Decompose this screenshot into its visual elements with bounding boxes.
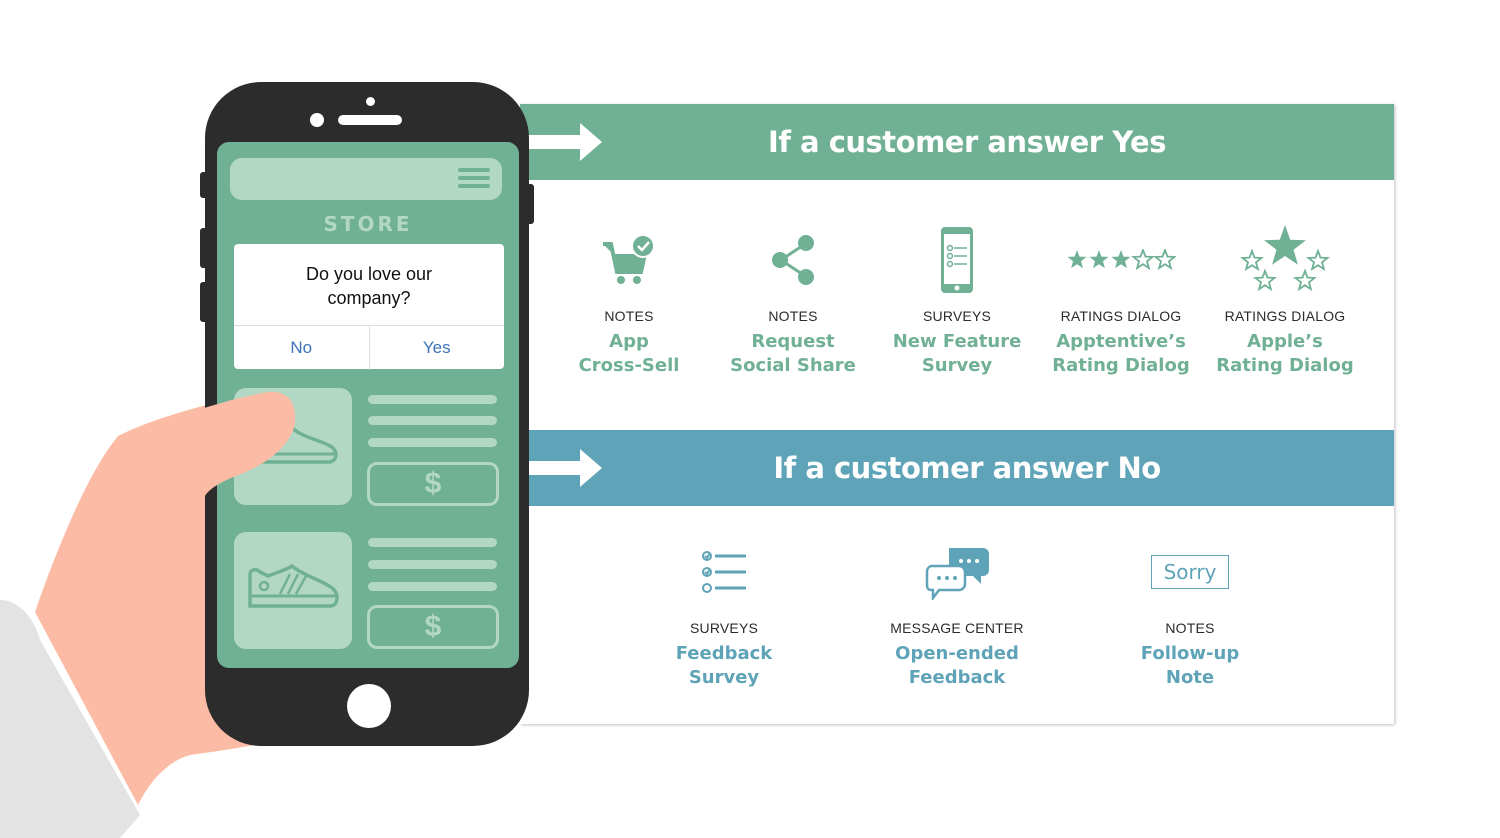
star-small: [1293, 268, 1317, 292]
item-open-ended-feedback: MESSAGE CENTER Open-ended Feedback: [841, 536, 1074, 690]
item-category: NOTES: [768, 308, 818, 324]
star-small: [1253, 268, 1277, 292]
star-empty: [1131, 249, 1155, 271]
no-button[interactable]: No: [234, 326, 369, 370]
share-icon: [771, 224, 815, 296]
checklist-icon: [701, 536, 747, 608]
no-title: If a customer answer No: [773, 451, 1161, 485]
item-name: Follow-up Note: [1140, 643, 1240, 688]
star-empty: [1153, 249, 1176, 271]
star-small: [1240, 248, 1264, 272]
phone-speaker: [338, 115, 402, 125]
price-button[interactable]: $: [367, 462, 499, 506]
phone-camera: [366, 97, 375, 106]
yes-title: If a customer answer Yes: [768, 125, 1166, 159]
star-cluster-icon: [1240, 224, 1330, 296]
arrow-right-icon: [520, 123, 602, 161]
dialog-actions: No Yes: [234, 325, 504, 370]
item-name: New Feature Survey: [892, 331, 1022, 376]
item-feedback-survey: SURVEYS Feedback Survey: [608, 536, 841, 690]
phone-survey-icon: [940, 224, 974, 296]
store-label: STORE: [323, 212, 413, 236]
sorry-note-box: Sorry: [1150, 555, 1230, 589]
product-text-line: [368, 438, 497, 447]
love-prompt-dialog: Do you love our company? No Yes: [234, 244, 504, 370]
item-category: RATINGS DIALOG: [1224, 308, 1346, 324]
item-category: RATINGS DIALOG: [1060, 308, 1182, 324]
item-new-feature-survey: SURVEYS New Feature Survey: [875, 224, 1039, 378]
no-items: SURVEYS Feedback Survey MESSAGE CENTER O…: [520, 536, 1394, 690]
item-follow-up-note: Sorry NOTES Follow-up Note: [1074, 536, 1307, 690]
phone-front-sensor: [310, 113, 324, 127]
product-text-line: [368, 582, 497, 591]
item-category: SURVEYS: [922, 308, 992, 324]
info-panel: If a customer answer Yes NOTES App Cross…: [520, 104, 1394, 724]
item-app-cross-sell: NOTES App Cross-Sell: [547, 224, 711, 378]
item-apptentive-rating-dialog: RATINGS DIALOG Apptentive’s Rating Dialo…: [1039, 224, 1203, 378]
hamburger-menu-icon[interactable]: [458, 168, 490, 192]
price-button[interactable]: $: [367, 605, 499, 649]
item-category: SURVEYS: [689, 620, 759, 636]
product-image[interactable]: [234, 388, 352, 505]
cart-check-icon: [601, 224, 657, 296]
phone: STORE Do you love our company? No Yes $ …: [205, 82, 529, 746]
item-name: Apptentive’s Rating Dialog: [1052, 331, 1190, 376]
phone-screen: STORE Do you love our company? No Yes $ …: [217, 142, 519, 668]
item-name: Request Social Share: [730, 331, 856, 376]
star-filled: [1111, 250, 1131, 269]
yes-items: NOTES App Cross-Sell NOTES Request Socia…: [520, 224, 1394, 378]
home-button[interactable]: [347, 684, 391, 728]
item-name: App Cross-Sell: [578, 331, 680, 376]
item-name: Apple’s Rating Dialog: [1216, 331, 1354, 376]
star-small: [1306, 248, 1330, 272]
store-header-bar: [230, 158, 502, 200]
item-apple-rating-dialog: RATINGS DIALOG Apple’s Rating Dialog: [1203, 224, 1367, 378]
item-category: NOTES: [604, 308, 654, 324]
product-text-line: [368, 538, 497, 547]
sorry-note-icon: Sorry: [1150, 536, 1230, 608]
yes-button[interactable]: Yes: [368, 326, 505, 370]
item-category: NOTES: [1165, 620, 1215, 636]
product-text-line: [368, 395, 497, 404]
sneaker-icon: [252, 425, 338, 464]
chat-bubbles-icon: [925, 536, 989, 608]
star-filled: [1089, 250, 1109, 269]
sneaker-icon: [248, 563, 339, 608]
no-banner: If a customer answer No: [520, 430, 1394, 506]
yes-banner: If a customer answer Yes: [520, 104, 1394, 180]
star-filled: [1067, 250, 1087, 269]
dialog-question: Do you love our company?: [305, 264, 433, 308]
product-text-line: [368, 416, 497, 425]
item-category: MESSAGE CENTER: [890, 620, 1024, 636]
product-text-line: [368, 560, 497, 569]
product-image[interactable]: [234, 532, 352, 649]
star-large: [1264, 225, 1306, 265]
item-request-social-share: NOTES Request Social Share: [711, 224, 875, 378]
item-name: Open-ended Feedback: [895, 643, 1019, 688]
star-rating-icon: [1066, 224, 1176, 296]
arrow-right-icon: [520, 449, 602, 487]
item-name: Feedback Survey: [675, 643, 773, 688]
